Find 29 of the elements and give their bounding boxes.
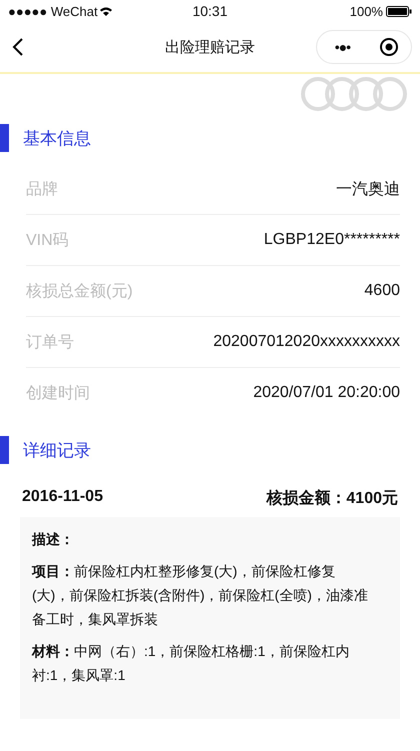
field-value: LGBP12E0********* — [264, 231, 400, 249]
close-target-icon[interactable] — [379, 37, 399, 57]
section-title: 详细记录 — [23, 440, 91, 462]
field-label: 创建时间 — [26, 384, 90, 404]
wifi-icon — [100, 6, 112, 16]
field-label: 订单号 — [26, 332, 74, 352]
carrier-text: ●●●●● WeChat — [8, 4, 128, 18]
field-value: 2020/07/01 20:20:00 — [253, 384, 400, 402]
rings-icon — [300, 76, 408, 112]
record-text: 描述： — [32, 530, 75, 549]
page-title: 出险理赔记录 — [165, 38, 255, 56]
section-marker — [0, 124, 9, 152]
field-value: 4600 — [364, 282, 400, 300]
field-label: 品牌 — [26, 180, 58, 200]
status-time: 10:31 — [192, 3, 228, 19]
section-marker — [0, 436, 9, 464]
battery-icon — [386, 6, 412, 16]
battery-percent: 100% — [350, 4, 383, 18]
field-value: 一汽奥迪 — [336, 180, 400, 200]
section-title: 基本信息 — [23, 128, 91, 150]
record-amount: 核损金额：4100元 — [266, 488, 398, 509]
record-date: 2016-11-05 — [22, 488, 103, 507]
field-label: VIN码 — [26, 230, 69, 250]
back-icon[interactable] — [12, 37, 24, 57]
record-text: 材料：中网（右）:1，前保险杠格栅:1，前保险杠内衬:1，集风罩:1 — [32, 642, 350, 685]
more-button[interactable]: •●• — [334, 39, 350, 55]
record-text: 项目：前保险杠内杠整形修复(大)，前保险杠修复(大)，前保险杠拆装(含附件)，前保险杠(全喷)，油漆准备工时，集风罩拆装 — [32, 562, 369, 629]
field-value: 202007012020xxxxxxxxxx — [213, 333, 400, 351]
field-label: 核损总金额(元) — [26, 282, 133, 302]
